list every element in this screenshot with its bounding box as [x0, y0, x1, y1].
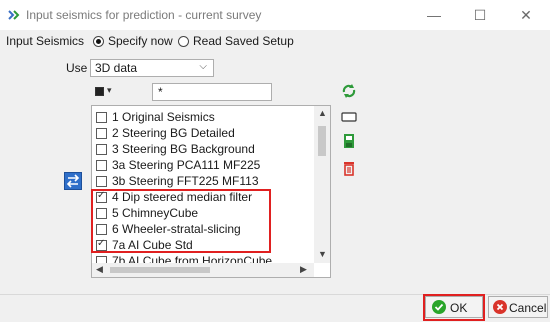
app-icon: [8, 10, 20, 20]
list-item-checkbox[interactable]: [96, 128, 107, 139]
cancel-x-icon: [493, 300, 507, 314]
list-item-checkbox[interactable]: [96, 112, 107, 123]
delete-icon[interactable]: [341, 160, 357, 176]
scroll-right-icon[interactable]: ▶: [300, 264, 307, 275]
list-item-label: 2 Steering BG Detailed: [112, 126, 235, 140]
list-item-checkbox[interactable]: [96, 160, 107, 171]
scroll-thumb[interactable]: [318, 126, 326, 156]
switch-icon[interactable]: [64, 172, 82, 190]
highlight-box: [91, 189, 271, 253]
use-select[interactable]: 3D data ⌵: [90, 59, 214, 77]
filter-value: *: [158, 85, 163, 99]
highlight-box: [423, 294, 485, 321]
minimize-button[interactable]: —: [411, 4, 457, 26]
list-item-label: 1 Original Seismics: [112, 110, 215, 124]
cancel-button[interactable]: Cancel: [488, 296, 548, 318]
refresh-icon[interactable]: [341, 83, 357, 99]
cancel-button-label: Cancel: [509, 301, 547, 315]
scroll-down-icon[interactable]: ▼: [318, 249, 327, 259]
list-item-label: 3b Steering FFT225 MF113: [112, 174, 259, 188]
scroll-left-icon[interactable]: ◀: [96, 264, 103, 275]
read-saved-setup-label[interactable]: Read Saved Setup: [193, 34, 294, 48]
input-seismics-label: Input Seismics: [6, 34, 85, 48]
list-item-checkbox[interactable]: [96, 176, 107, 187]
specify-now-label[interactable]: Specify now: [108, 34, 173, 48]
save-icon[interactable]: [341, 133, 357, 149]
filter-input[interactable]: *: [152, 83, 272, 101]
title-bar: Input seismics for prediction - current …: [0, 0, 550, 30]
use-label: Use: [66, 61, 88, 75]
horizontal-scrollbar[interactable]: ◀ ▶: [92, 263, 314, 277]
chevron-down-icon[interactable]: ▾: [107, 85, 112, 96]
chevron-down-icon: ⌵: [199, 61, 207, 72]
specify-now-radio[interactable]: [93, 36, 104, 47]
use-select-value: 3D data: [95, 61, 138, 75]
list-item-label: 3 Steering BG Background: [112, 142, 255, 156]
window-title: Input seismics for prediction - current …: [26, 8, 262, 22]
select-all-checkbox[interactable]: [95, 87, 104, 96]
read-saved-setup-radio[interactable]: [178, 36, 189, 47]
list-item-label: 3a Steering PCA111 MF225: [112, 158, 261, 172]
rectangle-icon[interactable]: [341, 109, 357, 125]
scroll-thumb[interactable]: [110, 267, 210, 273]
vertical-scrollbar[interactable]: ▲ ▼: [314, 106, 330, 263]
list-item-checkbox[interactable]: [96, 144, 107, 155]
maximize-button[interactable]: ☐: [457, 4, 503, 26]
scroll-up-icon[interactable]: ▲: [318, 108, 327, 118]
close-button[interactable]: ✕: [503, 4, 549, 26]
